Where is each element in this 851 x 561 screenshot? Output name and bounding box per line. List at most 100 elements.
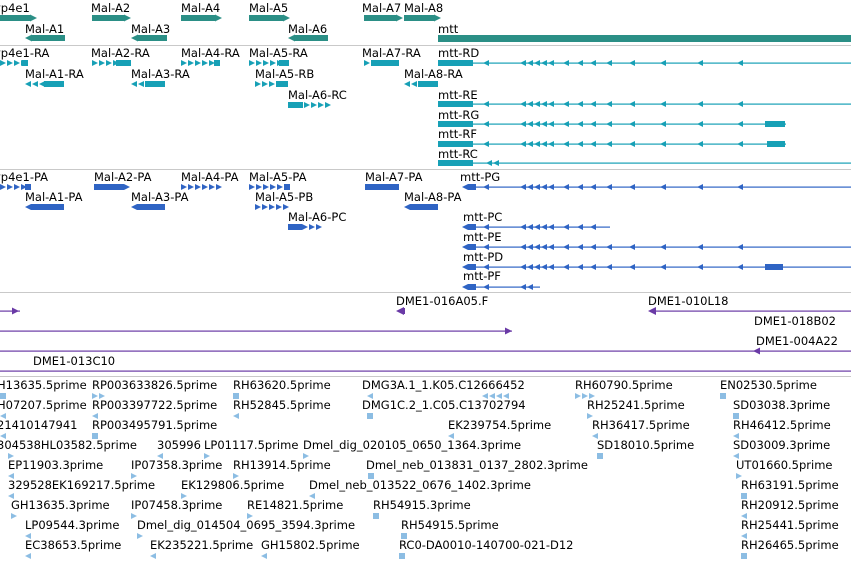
transcript-label[interactable]: Mal-A7-RA xyxy=(362,47,421,60)
est-label[interactable]: 21410147941 xyxy=(0,419,77,432)
est-label[interactable]: EK129806.5prime xyxy=(181,479,284,492)
transcript-label[interactable]: Mal-A5-RA xyxy=(249,47,308,60)
est-label[interactable]: IP07458.3prime xyxy=(131,499,222,512)
gene-label[interactable]: vp4e1 xyxy=(0,2,30,15)
strand-arrow-left xyxy=(737,60,743,66)
est-label[interactable]: RH54915.3prime xyxy=(373,499,471,512)
est-label[interactable]: GH13635.3prime xyxy=(11,499,110,512)
est-label[interactable]: RH36417.5prime xyxy=(592,419,690,432)
est-label[interactable]: SD03009.3prime xyxy=(733,439,830,452)
est-label[interactable]: RH20912.5prime xyxy=(741,499,839,512)
est-label[interactable]: EP11903.3prime xyxy=(8,459,103,472)
protein-label[interactable]: mtt-PD xyxy=(463,251,503,264)
protein-label[interactable]: Mal-A4-PA xyxy=(181,171,238,184)
transcript-label[interactable]: mtt-RD xyxy=(438,47,479,60)
est-label[interactable]: 304538HL03582.5prime xyxy=(0,439,137,452)
est-label[interactable]: GH15802.5prime xyxy=(261,539,360,552)
est-label[interactable]: H13635.5prime xyxy=(0,379,87,392)
protein-label[interactable]: Mal-A5-PA xyxy=(249,171,306,184)
strand-arrow-left xyxy=(660,141,666,147)
protein-label[interactable]: Mal-A8-PA xyxy=(404,191,461,204)
est-label[interactable]: RH52845.5prime xyxy=(233,399,331,412)
protein-label[interactable]: mtt-PF xyxy=(463,270,501,283)
est-label[interactable]: RH54915.5prime xyxy=(401,519,499,532)
protein-label[interactable]: Mal-A7-PA xyxy=(365,171,422,184)
est-label[interactable]: RP003633826.5prime xyxy=(92,379,217,392)
est-label[interactable]: IP07358.3prime xyxy=(131,459,222,472)
strand-arrow-left xyxy=(697,60,703,66)
protein-label[interactable]: mtt-PC xyxy=(463,211,502,224)
gene-label[interactable]: Mal-A3 xyxy=(131,23,170,36)
gene-label[interactable]: Mal-A4 xyxy=(181,2,220,15)
est-label[interactable]: RP003495791.5prime xyxy=(92,419,217,432)
protein-label[interactable]: Mal-A5-PB xyxy=(255,191,313,204)
est-label[interactable]: RH63620.5prime xyxy=(233,379,331,392)
est-label[interactable]: RH46412.5prime xyxy=(733,419,831,432)
transcript-label[interactable]: mtt-RC xyxy=(438,148,478,161)
protein-label[interactable]: vp4e1-PA xyxy=(0,171,48,184)
transcript-label[interactable]: Mal-A4-RA xyxy=(181,47,240,60)
est-label[interactable]: LP01117.5prime xyxy=(204,439,298,452)
transcript-label[interactable]: mtt-RE xyxy=(438,89,478,102)
est-label[interactable]: LP09544.3prime xyxy=(25,519,119,532)
bac-label[interactable]: DME1-004A22 xyxy=(756,335,838,348)
protein-label[interactable]: Mal-A2-PA xyxy=(94,171,151,184)
transcript-label[interactable]: Mal-A2-RA xyxy=(91,47,150,60)
protein-label[interactable]: Mal-A6-PC xyxy=(288,211,346,224)
est-label[interactable]: RH25441.5prime xyxy=(741,519,839,532)
est-label[interactable]: UT01660.5prime xyxy=(736,459,833,472)
exon-block xyxy=(468,284,476,290)
est-label[interactable]: 305996 xyxy=(157,439,201,452)
strand-arrow-left xyxy=(606,141,612,147)
est-label[interactable]: RH60790.5prime xyxy=(575,379,673,392)
est-label[interactable]: RH13914.5prime xyxy=(233,459,331,472)
transcript-label[interactable]: mtt-RG xyxy=(438,109,479,122)
gene-label[interactable]: Mal-A5 xyxy=(249,2,288,15)
transcript-label[interactable]: Mal-A5-RB xyxy=(255,68,314,81)
est-label[interactable]: Dmel_neb_013522_0676_1402.3prime xyxy=(309,479,531,492)
bac-label[interactable]: DME1-010L18 xyxy=(648,295,729,308)
transcript-label[interactable]: Mal-A8-RA xyxy=(404,68,463,81)
transcript-label[interactable]: Mal-A3-RA xyxy=(131,68,190,81)
est-label[interactable]: RH63191.5prime xyxy=(741,479,839,492)
bac-label[interactable]: DME1-018B02 xyxy=(754,315,836,328)
protein-label[interactable]: mtt-PE xyxy=(463,231,502,244)
strand-arrow-left xyxy=(629,264,635,270)
strand-arrow-right xyxy=(137,533,143,539)
est-label[interactable]: RH26465.5prime xyxy=(741,539,839,552)
est-label[interactable]: EN02530.5prime xyxy=(720,379,817,392)
gene-label[interactable]: Mal-A6 xyxy=(288,23,327,36)
est-label[interactable]: Dmel_dig_020105_0650_1364.3prime xyxy=(303,439,521,452)
est-label[interactable]: DMG1C.2_1.C05.C13702794 xyxy=(362,399,526,412)
est-label[interactable]: SD18010.5prime xyxy=(597,439,694,452)
transcript-label[interactable]: Mal-A6-RC xyxy=(288,89,347,102)
est-label[interactable]: Dmel_neb_013831_0137_2802.3prime xyxy=(366,459,588,472)
est-label[interactable]: RH25241.5prime xyxy=(587,399,685,412)
gene-label[interactable]: Mal-A2 xyxy=(91,2,130,15)
est-label[interactable]: EK235221.5prime xyxy=(150,539,253,552)
gene-label[interactable]: mtt xyxy=(438,23,458,36)
genome-browser-view: vp4e1 Mal-A2 Mal-A4 Mal-A5 Mal-A7 Mal-A8… xyxy=(0,0,851,561)
est-label[interactable]: Dmel_dig_014504_0695_3594.3prime xyxy=(137,519,355,532)
protein-label[interactable]: mtt-PG xyxy=(460,171,500,184)
est-label[interactable]: DMG3A.1_1.K05.C12666452 xyxy=(362,379,525,392)
est-label[interactable]: EK239754.5prime xyxy=(448,419,551,432)
gene-block xyxy=(92,15,124,21)
est-label[interactable]: RE14821.5prime xyxy=(247,499,343,512)
protein-label[interactable]: Mal-A3-PA xyxy=(131,191,188,204)
est-label[interactable]: 329528EK169217.5prime xyxy=(8,479,155,492)
est-label[interactable]: H07207.5prime xyxy=(0,399,87,412)
est-label[interactable]: EC38653.5prime xyxy=(25,539,121,552)
transcript-label[interactable]: vp4e1-RA xyxy=(0,47,49,60)
gene-label[interactable]: Mal-A7 xyxy=(362,2,401,15)
protein-label[interactable]: Mal-A1-PA xyxy=(25,191,82,204)
transcript-label[interactable]: Mal-A1-RA xyxy=(25,68,84,81)
gene-label[interactable]: Mal-A1 xyxy=(25,23,64,36)
bac-label[interactable]: DME1-016A05.F xyxy=(396,295,488,308)
est-label[interactable]: RC0-DA0010-140700-021-D12 xyxy=(399,539,574,552)
transcript-label[interactable]: mtt-RF xyxy=(438,128,477,141)
est-label[interactable]: SD03038.3prime xyxy=(733,399,830,412)
gene-label[interactable]: Mal-A8 xyxy=(404,2,443,15)
est-label[interactable]: RP003397722.5prime xyxy=(92,399,217,412)
bac-label[interactable]: DME1-013C10 xyxy=(33,355,115,368)
